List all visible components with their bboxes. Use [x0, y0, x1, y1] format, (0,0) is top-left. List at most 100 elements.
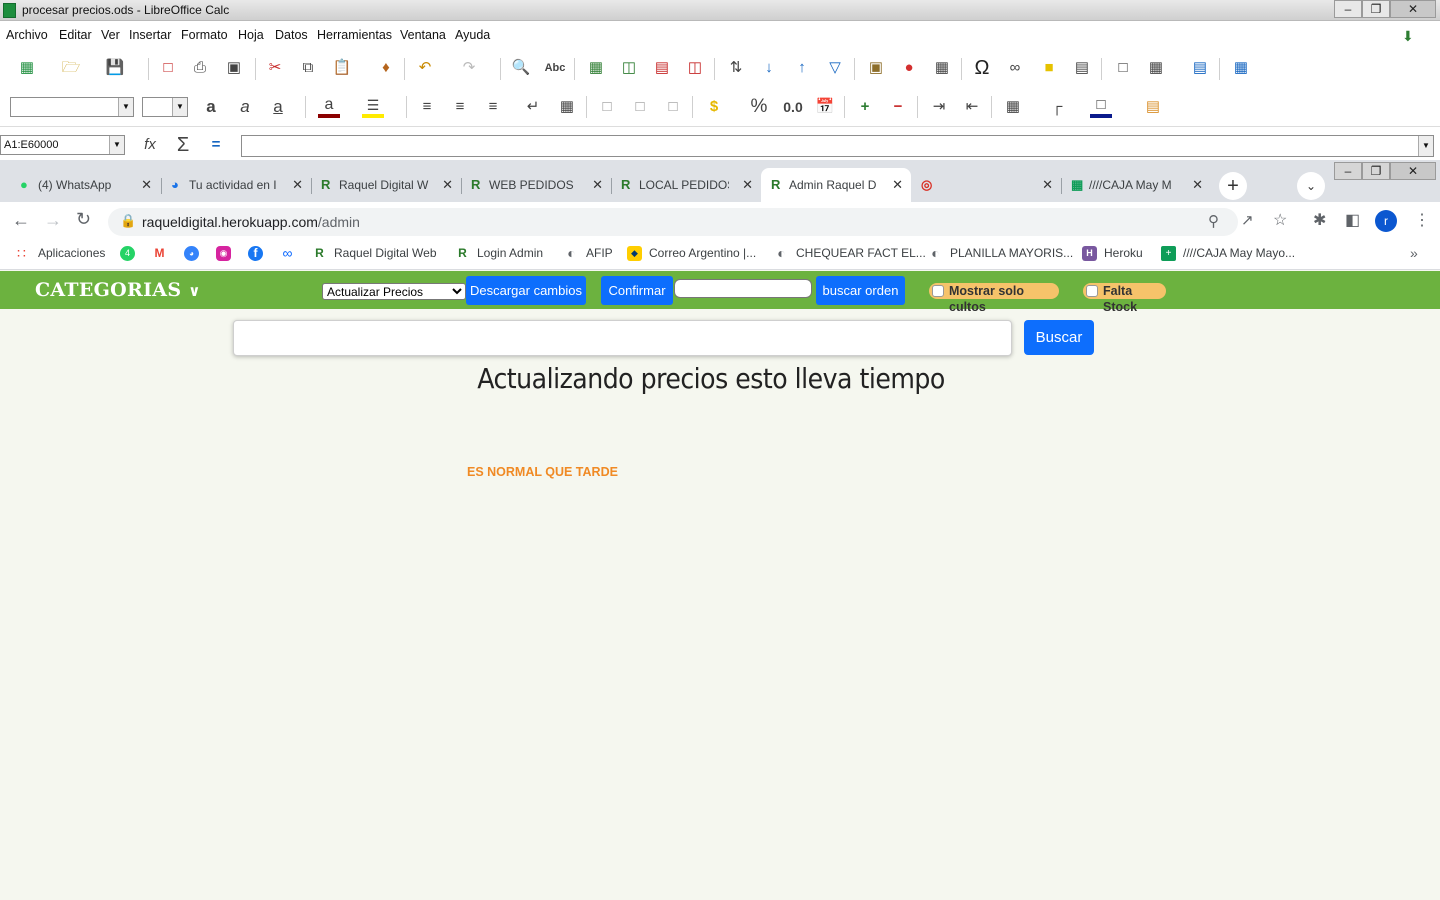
insert-column-icon[interactable]: ◫ [618, 57, 640, 79]
confirm-button[interactable]: Confirmar [601, 276, 673, 305]
number-format-icon[interactable]: 0.0 [781, 96, 805, 118]
checkbox-box[interactable] [932, 285, 944, 297]
restore-button[interactable]: ❐ [1362, 0, 1390, 18]
align-top-icon[interactable]: □ [596, 96, 618, 118]
chevron-down-icon[interactable]: ▼ [109, 136, 124, 154]
conditional-format-icon[interactable]: ▤ [1142, 96, 1164, 118]
back-icon[interactable]: ← [12, 210, 30, 231]
merge-center-icon[interactable]: ▦ [556, 96, 578, 118]
find-replace-icon[interactable]: 🔍 [510, 57, 532, 79]
close-window-button[interactable]: ✕ [1390, 0, 1436, 18]
copy-icon[interactable]: ⧉ [297, 57, 319, 79]
formula-input[interactable]: ▼ [241, 135, 1434, 157]
wrap-text-icon[interactable]: ↵ [522, 96, 544, 118]
close-tab-icon[interactable]: ✕ [292, 168, 303, 202]
update-icon[interactable]: ⬇ [1402, 28, 1414, 45]
currency-format-icon[interactable]: $ [703, 96, 725, 118]
tab-search-button[interactable]: ⌄ [1297, 172, 1325, 200]
tab-blocked[interactable]: ◎ ✕ [911, 168, 1061, 202]
sort-icon[interactable]: ⇅ [725, 57, 747, 79]
sum-icon[interactable]: Σ [172, 134, 194, 156]
spelling-icon[interactable]: Abc [544, 57, 566, 79]
paste-icon[interactable]: 📋 [331, 57, 353, 79]
tab-web-pedidos[interactable]: R WEB PEDIDOS ✕ [461, 168, 611, 202]
align-center-icon[interactable]: ≡ [449, 96, 471, 118]
font-name-combo[interactable]: ▼ [10, 97, 134, 117]
close-tab-icon[interactable]: ✕ [892, 168, 903, 202]
new-tab-button[interactable]: + [1219, 172, 1247, 200]
browser-close-button[interactable]: ✕ [1390, 162, 1436, 180]
align-middle-icon[interactable]: □ [629, 96, 651, 118]
bookmark-planilla[interactable]: ◐ PLANILLA MAYORIS... [928, 246, 1073, 261]
special-character-icon[interactable]: Ω [971, 57, 993, 79]
search-button[interactable]: Buscar [1024, 320, 1094, 355]
comment-icon[interactable]: ■ [1038, 57, 1060, 79]
zoom-icon[interactable]: ⚲ [1208, 212, 1219, 230]
tab-caja-sheet[interactable]: ▦ ////CAJA May M ✕ [1061, 168, 1211, 202]
only-cultos-checkbox[interactable]: Mostrar solo cultos [929, 283, 1059, 314]
forward-icon[interactable]: → [44, 210, 62, 231]
show-draw-functions-icon[interactable]: ▦ [1230, 57, 1252, 79]
decrease-indent-icon[interactable]: ⇤ [961, 96, 983, 118]
profile-avatar[interactable]: r [1375, 210, 1397, 232]
bookmark-heroku[interactable]: H Heroku [1082, 246, 1143, 261]
browser-restore-button[interactable]: ❐ [1362, 162, 1390, 180]
address-bar[interactable]: 🔒 raqueldigital.herokuapp.com/admin ⚲ [108, 208, 1238, 236]
sort-ascending-icon[interactable]: ↑ [791, 57, 813, 79]
menu-hoja[interactable]: Hoja [238, 28, 264, 42]
underline-icon[interactable]: a [267, 96, 289, 118]
split-window-icon[interactable]: ▤ [1189, 57, 1211, 79]
increase-indent-icon[interactable]: ⇥ [928, 96, 950, 118]
more-bookmarks-icon[interactable]: » [1410, 245, 1418, 261]
menu-datos[interactable]: Datos [275, 28, 308, 42]
italic-icon[interactable]: a [234, 96, 256, 118]
add-decimal-icon[interactable]: + [854, 96, 876, 118]
function-wizard-icon[interactable]: fx [139, 134, 161, 156]
border-color-icon[interactable]: □ [1090, 94, 1112, 118]
clone-formatting-icon[interactable]: ♦ [375, 57, 397, 79]
menu-insertar[interactable]: Insertar [129, 28, 171, 42]
undo-icon[interactable]: ↶ [414, 57, 436, 79]
freeze-rows-icon[interactable]: ▦ [1145, 57, 1167, 79]
menu-ayuda[interactable]: Ayuda [455, 28, 490, 42]
side-panel-icon[interactable]: ◧ [1345, 210, 1360, 230]
date-format-icon[interactable]: 📅 [814, 96, 836, 118]
align-right-icon[interactable]: ≡ [482, 96, 504, 118]
product-search-input[interactable] [233, 320, 1012, 356]
expand-formula-icon[interactable]: ▼ [1418, 136, 1433, 156]
reload-icon[interactable]: ↻ [76, 209, 91, 230]
bookmark-chequear-fact[interactable]: ◐ CHEQUEAR FACT EL... [774, 246, 926, 261]
bold-icon[interactable]: a [200, 96, 222, 118]
close-tab-icon[interactable]: ✕ [442, 168, 453, 202]
minimize-button[interactable]: – [1334, 0, 1362, 18]
menu-ventana[interactable]: Ventana [400, 28, 446, 42]
print-preview-icon[interactable]: ▣ [223, 57, 245, 79]
cut-icon[interactable]: ✂ [264, 57, 286, 79]
menu-formato[interactable]: Formato [181, 28, 228, 42]
tab-admin-raquel[interactable]: R Admin Raquel D ✕ [761, 168, 911, 202]
close-tab-icon[interactable]: ✕ [1192, 168, 1203, 202]
search-order-button[interactable]: buscar orden [816, 276, 905, 305]
checkbox-box[interactable] [1086, 285, 1098, 297]
delete-row-icon[interactable]: ▤ [651, 57, 673, 79]
print-icon[interactable]: ⎙ [189, 57, 211, 79]
formula-icon[interactable]: = [205, 134, 227, 156]
tab-raquel-digital[interactable]: R Raquel Digital W ✕ [311, 168, 461, 202]
insert-row-icon[interactable]: ▦ [585, 57, 607, 79]
menu-archivo[interactable]: Archivo [6, 28, 48, 42]
action-select[interactable]: Actualizar Precios [322, 283, 466, 300]
bookmark-raquel-web[interactable]: R Raquel Digital Web [312, 246, 436, 260]
highlight-color-icon[interactable]: ☰ [362, 94, 384, 118]
share-icon[interactable]: ↗ [1241, 211, 1254, 229]
menu-ver[interactable]: Ver [101, 28, 120, 42]
pivot-table-icon[interactable]: ▦ [931, 57, 953, 79]
define-print-area-icon[interactable]: □ [1112, 57, 1134, 79]
bookmark-apps[interactable]: ∷ Aplicaciones [14, 246, 105, 261]
name-box[interactable]: A1:E60000 ▼ [0, 135, 125, 155]
bookmark-login-admin[interactable]: R Login Admin [455, 246, 543, 260]
order-search-input[interactable] [674, 279, 812, 298]
insert-chart-icon[interactable]: ● [898, 57, 920, 79]
no-stock-checkbox[interactable]: Falta Stock [1083, 283, 1166, 314]
categories-menu[interactable]: CATEGORIAS ∨ [35, 279, 201, 301]
extensions-icon[interactable]: ✱ [1313, 210, 1326, 230]
